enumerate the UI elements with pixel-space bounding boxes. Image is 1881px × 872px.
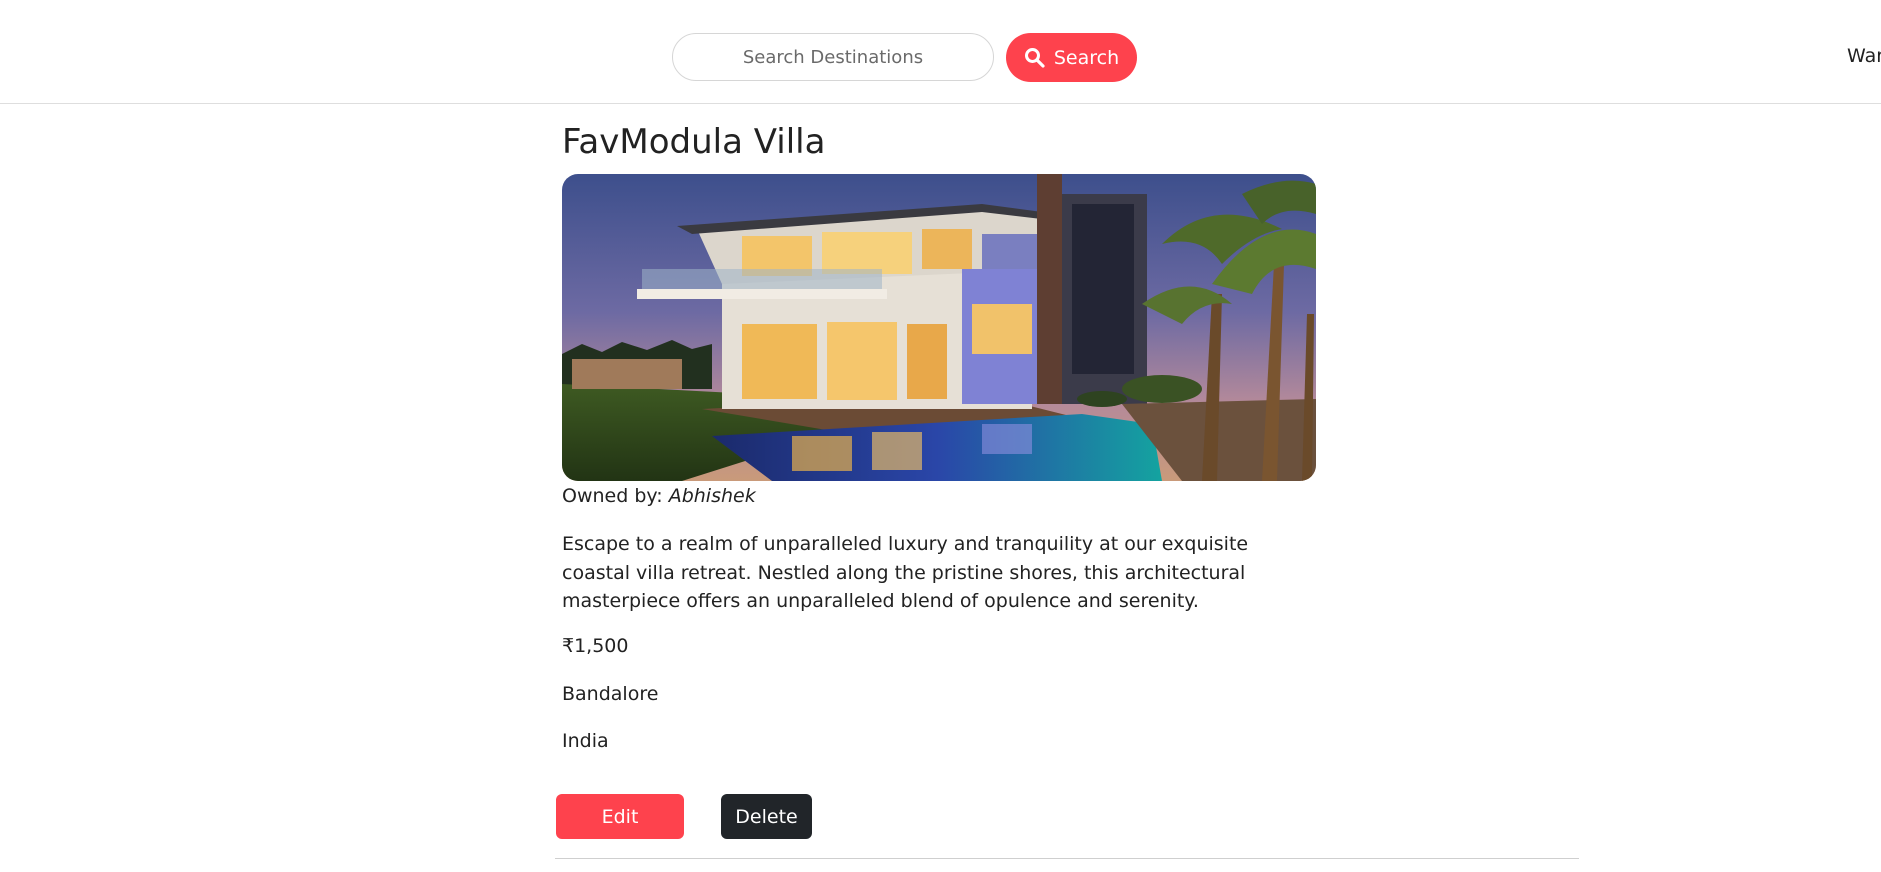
edit-button[interactable]: Edit (556, 794, 684, 839)
nav-right-link[interactable]: War (1847, 45, 1881, 67)
listing-description: Escape to a realm of unparalleled luxury… (562, 533, 1249, 612)
listing-price: ₹1,500 (562, 635, 629, 657)
navbar: Search War (0, 0, 1881, 104)
listing-title: FavModula Villa (562, 122, 826, 162)
listing-country: India (562, 730, 609, 752)
listing-owner: Owned by: Abhishek (562, 485, 756, 507)
section-divider (555, 858, 1579, 859)
listing-location: Bandalore (562, 683, 659, 705)
search-button-label: Search (1053, 46, 1120, 69)
owner-prefix: Owned by: (562, 485, 669, 507)
delete-button[interactable]: Delete (721, 794, 812, 839)
search-button[interactable]: Search (1006, 33, 1137, 82)
search-icon (1024, 47, 1045, 68)
listing-image (562, 174, 1316, 481)
owner-name: Abhishek (668, 485, 756, 507)
search-input[interactable] (672, 33, 994, 81)
